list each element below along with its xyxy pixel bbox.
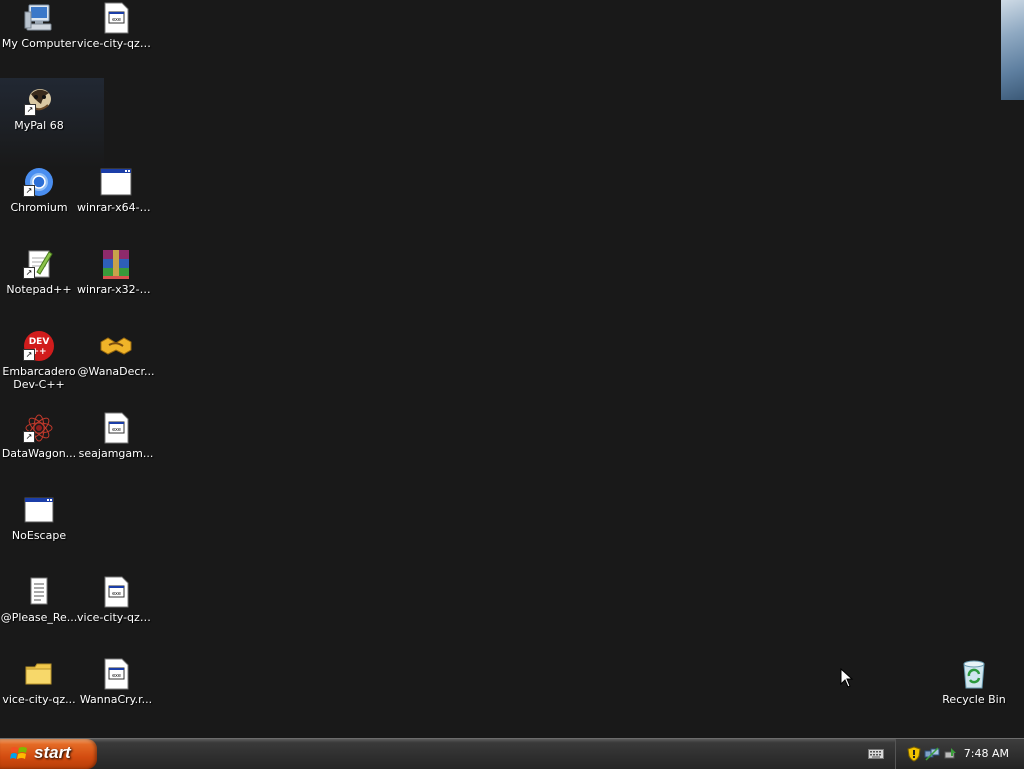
desktop-icon-wannacry[interactable]: exe WannaCry.r...: [77, 658, 155, 706]
desktop-icon-my-computer[interactable]: My Computer: [0, 2, 78, 50]
icon-label: My Computer: [1, 37, 77, 50]
svg-text:exe: exe: [112, 673, 121, 679]
icon-label: NoEscape: [11, 529, 67, 542]
icon-label: MyPal 68: [14, 119, 64, 132]
app-window-icon: exe: [104, 576, 129, 608]
network-icon[interactable]: [924, 746, 940, 762]
icon-label: @Please_Re...: [0, 611, 78, 624]
desktop-icon-wanadecryptor[interactable]: @WanaDecr...: [77, 330, 155, 378]
window-icon: [24, 497, 54, 523]
desktop-icon-devcpp[interactable]: DEV ++ Embarcadero Dev-C++: [0, 330, 78, 391]
icon-label: Recycle Bin: [942, 693, 1006, 706]
desktop-icon-recycle-bin[interactable]: Recycle Bin: [935, 658, 1013, 706]
desktop-icon-vice-city-folder[interactable]: vice-city-qz...: [0, 658, 78, 706]
icon-label: WannaCry.r...: [79, 693, 153, 706]
desktop: My Computer ↗ MyPal 68 Chromium Notepad+…: [0, 0, 1024, 738]
icon-label: Notepad++: [6, 283, 72, 296]
system-tray: 7:48 AM: [895, 739, 1024, 769]
icon-label: vice-city-qz...: [2, 693, 76, 706]
desktop-icon-vice-city-2[interactable]: exe vice-city-qze...: [77, 576, 155, 624]
icon-label: DataWagon...: [1, 447, 77, 460]
recycle-bin-icon: [963, 660, 985, 689]
clock[interactable]: 7:48 AM: [964, 747, 1009, 760]
desktop-icon-please-read[interactable]: @Please_Re...: [0, 576, 78, 624]
keyboard-icon[interactable]: [868, 748, 884, 760]
windows-logo-icon: [10, 747, 27, 759]
desktop-icon-winrar-x32[interactable]: winrar-x32-611: [77, 248, 155, 296]
desktop-icon-notepadpp[interactable]: Notepad++: [0, 248, 78, 296]
svg-text:DEV: DEV: [29, 337, 50, 347]
desktop-icon-noescape[interactable]: NoEscape: [0, 494, 78, 542]
desktop-icon-winrar-x64[interactable]: winrar-x64-611: [77, 166, 155, 214]
security-shield-icon[interactable]: [906, 746, 922, 762]
shortcut-arrow-icon: ↗: [23, 185, 35, 197]
installer-window-icon: [100, 168, 132, 196]
shortcut-arrow-icon: ↗: [23, 349, 35, 361]
app-window-icon: exe: [104, 658, 129, 690]
desktop-icon-mypal[interactable]: ↗ MyPal 68: [0, 84, 78, 132]
icon-label: winrar-x64-611: [77, 201, 155, 214]
icon-label: Chromium: [10, 201, 68, 214]
safely-remove-hardware-icon[interactable]: [942, 746, 958, 762]
start-label: start: [34, 743, 71, 762]
shortcut-arrow-icon: ↗: [24, 104, 36, 116]
icon-label: vice-city-qze...: [77, 37, 155, 50]
wallpaper-corner: [1001, 0, 1024, 100]
app-window-icon: exe: [104, 2, 129, 34]
icon-label: @WanaDecr...: [77, 365, 155, 378]
icon-label: seajamgam...: [78, 447, 154, 460]
winrar-icon: [103, 250, 129, 279]
desktop-icon-chromium[interactable]: Chromium: [0, 166, 78, 214]
handshake-icon: [100, 337, 132, 355]
start-button[interactable]: start: [0, 739, 97, 769]
folder-icon: [25, 663, 52, 685]
svg-text:exe: exe: [112, 591, 121, 597]
text-document-icon: [30, 577, 48, 605]
app-window-icon: exe: [104, 412, 129, 444]
computer-icon: [24, 4, 52, 31]
shortcut-arrow-icon: ↗: [23, 267, 35, 279]
desktop-icon-datawagon[interactable]: DataWagon...: [0, 412, 78, 460]
icon-label: Embarcadero Dev-C++: [2, 365, 76, 391]
svg-text:exe: exe: [112, 427, 121, 433]
desktop-icon-vice-city-1[interactable]: exe vice-city-qze...: [77, 2, 155, 50]
svg-text:exe: exe: [112, 17, 121, 23]
icon-label: vice-city-qze...: [77, 611, 155, 624]
icon-label: winrar-x32-611: [77, 283, 155, 296]
taskbar: start 7:48 AM: [0, 738, 1024, 769]
desktop-icon-seajamgam[interactable]: exe seajamgam...: [77, 412, 155, 460]
mouse-cursor-icon: [840, 668, 854, 688]
shortcut-arrow-icon: ↗: [23, 431, 35, 443]
